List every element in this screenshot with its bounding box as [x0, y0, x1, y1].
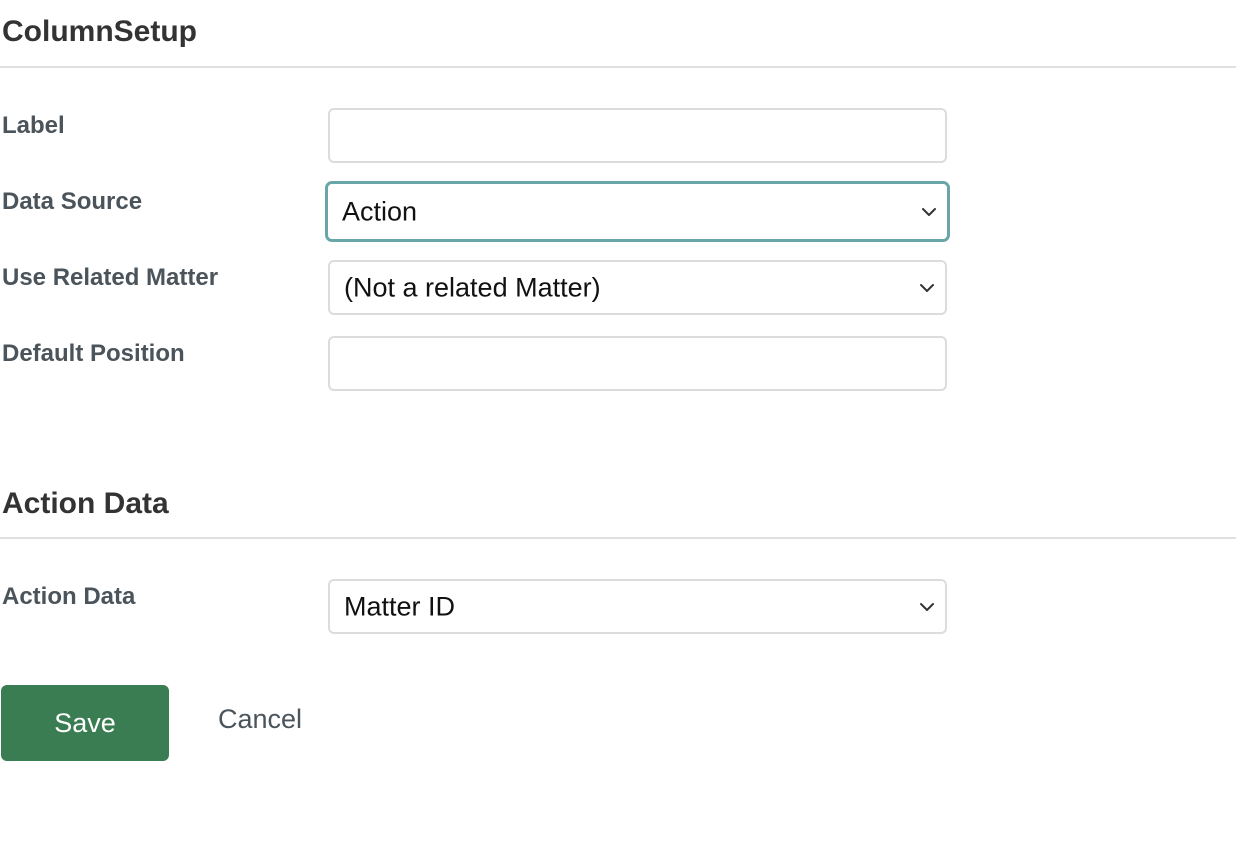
default-position-input[interactable] [328, 336, 947, 391]
data-source-select[interactable]: Action [325, 181, 950, 242]
chevron-down-icon [922, 207, 936, 216]
section-title-column-setup: ColumnSetup [2, 15, 197, 48]
use-related-matter-selected-value: (Not a related Matter) [344, 272, 601, 302]
cancel-link[interactable]: Cancel [218, 706, 302, 733]
section-title-action-data: Action Data [2, 487, 169, 520]
action-data-select[interactable]: Matter ID [328, 579, 947, 634]
use-related-matter-field-label: Use Related Matter [2, 264, 219, 291]
section-divider [0, 537, 1236, 539]
section-divider [0, 66, 1236, 68]
label-field-label: Label [2, 112, 65, 139]
label-input[interactable] [328, 108, 947, 163]
default-position-field-label: Default Position [2, 340, 185, 367]
column-setup-page: ColumnSetup Label Data Source Action Use… [0, 0, 1236, 848]
chevron-down-icon [920, 283, 934, 292]
chevron-down-icon [920, 602, 934, 611]
action-data-field-label: Action Data [2, 583, 136, 610]
save-button[interactable]: Save [1, 685, 169, 761]
use-related-matter-select[interactable]: (Not a related Matter) [328, 260, 947, 315]
data-source-field-label: Data Source [2, 188, 143, 215]
data-source-selected-value: Action [342, 196, 418, 226]
action-data-selected-value: Matter ID [344, 591, 456, 621]
